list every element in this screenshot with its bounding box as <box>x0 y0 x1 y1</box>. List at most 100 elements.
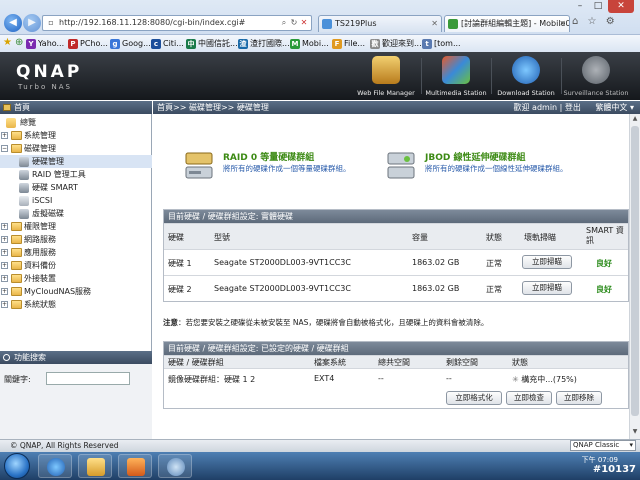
format-now-button[interactable]: 立即格式化 <box>446 391 502 405</box>
vertical-scrollbar[interactable]: ▲ ▼ <box>629 114 640 439</box>
expand-icon[interactable]: + <box>1 275 8 282</box>
disk-name: 硬碟 1 <box>168 259 192 268</box>
minimize-button[interactable]: – <box>572 0 588 13</box>
column-header: 狀態 <box>486 233 502 242</box>
page-footer: © QNAP, All Rights Reserved QNAP Classic… <box>0 439 640 452</box>
favorite-item[interactable]: F File... <box>332 38 365 50</box>
sidebar-item-mycloudnas[interactable]: + MyCloudNAS服務 <box>0 285 152 298</box>
folder-icon <box>87 458 105 476</box>
refresh-icon[interactable]: ↻ <box>289 18 299 28</box>
remove-now-button[interactable]: 立即移除 <box>556 391 602 405</box>
stop-icon[interactable]: ✕ <box>299 18 309 28</box>
folder-icon <box>11 222 22 231</box>
keyword-label: 關鍵字: <box>4 375 31 384</box>
star-icon[interactable]: ★ <box>3 37 12 48</box>
sidebar-item-iscsi[interactable]: iSCSI <box>0 194 152 207</box>
sidebar-item-access-rights[interactable]: + 權限管理 <box>0 220 152 233</box>
group-status: ✳ 構充中...(75%) <box>512 374 577 385</box>
scroll-up-icon[interactable]: ▲ <box>631 115 639 125</box>
surveillance-station-button[interactable]: Surveillance Station <box>562 56 630 100</box>
expand-icon[interactable]: + <box>1 301 8 308</box>
smart-status[interactable]: 良好 <box>596 258 612 269</box>
tab-favicon <box>322 19 332 29</box>
column-header: 容量 <box>412 233 428 242</box>
download-station-button[interactable]: Download Station <box>492 56 560 100</box>
smart-status[interactable]: 良好 <box>596 284 612 295</box>
favorite-item[interactable]: Y Yaho... <box>26 38 64 50</box>
theme-select[interactable]: QNAP Classic ▾ <box>570 440 636 451</box>
check-now-button[interactable]: 立即檢查 <box>506 391 552 405</box>
taskbar-explorer[interactable] <box>78 454 112 478</box>
favorite-item[interactable]: M Mobi... <box>290 38 329 50</box>
forward-button[interactable]: ▶ <box>23 14 41 32</box>
favorite-item[interactable]: t [tom... <box>422 38 461 50</box>
taskbar-ie[interactable] <box>38 454 72 478</box>
sidebar-item-disk-management[interactable]: − 磁碟管理 <box>0 142 152 155</box>
maximize-button[interactable]: □ <box>590 0 606 13</box>
disk-status: 正常 <box>486 259 502 268</box>
web-file-manager-button[interactable]: Web File Manager <box>352 56 420 100</box>
language-select[interactable]: 繁體中文 <box>595 103 627 112</box>
chevron-down-icon[interactable]: ▾ <box>629 441 633 450</box>
expand-icon[interactable]: + <box>1 132 8 139</box>
taskbar-app[interactable] <box>158 454 192 478</box>
watermark: #10137 <box>592 464 636 475</box>
sidebar-item-system-status[interactable]: + 系統狀態 <box>0 298 152 311</box>
hdd-icon <box>19 157 29 167</box>
expand-icon[interactable]: + <box>1 236 8 243</box>
multimedia-station-button[interactable]: Multimedia Station <box>422 56 490 100</box>
collapse-icon[interactable]: − <box>1 145 8 152</box>
copyright-text: © QNAP, All Rights Reserved <box>10 441 119 450</box>
home-icon[interactable]: ⌂ <box>572 16 578 27</box>
scan-now-button[interactable]: 立即掃瞄 <box>522 281 572 295</box>
close-icon[interactable]: ✕ <box>559 16 566 32</box>
settings-icon[interactable]: ⚙ <box>606 16 615 27</box>
favorite-item[interactable]: g Goog... <box>110 38 151 50</box>
back-button[interactable]: ◀ <box>4 14 22 32</box>
expand-icon[interactable]: + <box>1 288 8 295</box>
sidebar-item-system-admin[interactable]: + 系統管理 <box>0 129 152 142</box>
scroll-thumb[interactable] <box>631 126 639 416</box>
main-panel: 首頁>> 磁碟管理>> 硬碟管理 歡迎 admin | 登出 繁體中文 ▾ RA… <box>153 101 640 439</box>
disk-group-name: 鏡像硬碟群組：硬碟 1 2 <box>168 375 256 384</box>
expand-icon[interactable]: + <box>1 249 8 256</box>
add-favorite-icon[interactable]: ⊕ <box>15 37 23 48</box>
jbod-title[interactable]: JBOD 線性延伸硬碟群組 <box>425 150 525 163</box>
taskbar-media-player[interactable] <box>118 454 152 478</box>
tab-ts219plus[interactable]: TS219Plus ✕ <box>318 15 442 32</box>
close-window-button[interactable]: ✕ <box>608 0 634 13</box>
favorite-item[interactable]: c Citi... <box>151 38 184 50</box>
expand-icon[interactable]: + <box>1 262 8 269</box>
expand-icon[interactable]: + <box>1 223 8 230</box>
sidebar-item-hdd-management[interactable]: 硬碟管理 <box>0 155 152 168</box>
raid0-title[interactable]: RAID 0 等量硬碟群組 <box>223 150 314 163</box>
column-header: 剩餘空間 <box>446 358 478 367</box>
favorite-item[interactable]: 中中國信託... <box>186 38 238 50</box>
favorite-item[interactable]: 歡歡迎來到... <box>370 38 422 50</box>
tab-mobile01[interactable]: [討論群組編輯主題] - Mobile01 ✕ <box>444 15 570 32</box>
welcome-logout-link[interactable]: 歡迎 admin | 登出 <box>514 103 581 112</box>
favorite-item[interactable]: 渣渣打國際... <box>238 38 290 50</box>
start-button[interactable] <box>4 453 30 479</box>
sidebar-item-applications[interactable]: + 應用服務 <box>0 246 152 259</box>
sidebar-item-raid-tool[interactable]: RAID 管理工具 <box>0 168 152 181</box>
favorites-icon[interactable]: ☆ <box>588 16 597 27</box>
chevron-down-icon[interactable]: ▾ <box>630 103 634 112</box>
search-icon[interactable]: ⌕ <box>279 18 289 28</box>
sidebar-item-backup[interactable]: + 資料備份 <box>0 259 152 272</box>
physical-disks-table: 目前硬碟 / 硬碟群組設定: 實體硬碟 硬碟 型號 容量 狀態 壞軌掃瞄 SMA… <box>163 209 629 302</box>
sidebar-item-network-services[interactable]: + 網路服務 <box>0 233 152 246</box>
qnap-logo-subtitle: Turbo NAS <box>18 83 72 91</box>
close-icon[interactable]: ✕ <box>431 16 438 32</box>
keyword-input[interactable] <box>46 372 130 385</box>
sidebar-item-external-devices[interactable]: + 外接裝置 <box>0 272 152 285</box>
camera-icon <box>582 56 610 84</box>
scan-now-button[interactable]: 立即掃瞄 <box>522 255 572 269</box>
scroll-down-icon[interactable]: ▼ <box>631 428 639 438</box>
sidebar-item-virtual-disk[interactable]: 虛擬磁碟 <box>0 207 152 220</box>
favorite-item[interactable]: P PCho... <box>68 38 108 50</box>
sidebar-item-overview[interactable]: 總覽 <box>0 116 152 129</box>
sidebar-item-hdd-smart[interactable]: 硬碟 SMART <box>0 181 152 194</box>
address-bar[interactable]: ▫ http://192.168.11.128:8080/cgi-bin/ind… <box>42 15 312 31</box>
free-space: -- <box>446 374 452 383</box>
